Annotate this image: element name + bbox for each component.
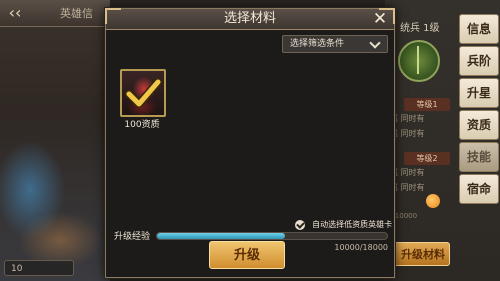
back-arrow-icon[interactable]: ‹‹ bbox=[4, 3, 26, 23]
corner-ornament bbox=[379, 8, 395, 24]
orange-orb-icon bbox=[426, 194, 440, 208]
top-bar: ‹‹ 英雄信 bbox=[0, 0, 110, 27]
tab-star[interactable]: 升星 bbox=[459, 78, 499, 108]
attribute-line: 属 同时有 bbox=[390, 129, 425, 138]
filter-dropdown[interactable]: 选择筛选条件 bbox=[282, 35, 388, 53]
dialog-title: 选择材料 bbox=[223, 11, 276, 26]
filter-label: 选择筛选条件 bbox=[290, 39, 345, 49]
material-card[interactable] bbox=[120, 69, 166, 117]
level-tag: 等级1 bbox=[404, 98, 450, 111]
soldier-level-label: 统兵 1级 bbox=[400, 23, 440, 34]
exp-progress-fill bbox=[157, 233, 285, 239]
auto-select-label: 自动选择低资质英雄卡 bbox=[312, 220, 393, 229]
tab-skill[interactable]: 技能 bbox=[459, 142, 499, 172]
exp-label: 升级经验 bbox=[114, 232, 151, 242]
auto-select-toggle[interactable]: 自动选择低资质英雄卡 bbox=[295, 214, 392, 233]
select-material-dialog: 选择材料 ✕ 选择筛选条件 100资质 自动选择低资质英雄卡 升级经验 1000… bbox=[105, 8, 395, 278]
side-tab-bar: 信息 兵阶 升星 资质 技能 宿命 bbox=[459, 14, 499, 206]
corner-ornament bbox=[105, 8, 121, 24]
upgrade-button[interactable]: 升级 bbox=[209, 241, 285, 269]
exp-value: 10000/18000 bbox=[334, 243, 388, 252]
level-tag: 等级2 bbox=[404, 152, 450, 165]
tab-fate[interactable]: 宿命 bbox=[459, 174, 499, 204]
upgrade-material-button[interactable]: 升级材料 bbox=[388, 242, 450, 266]
dialog-header: 选择材料 ✕ bbox=[106, 9, 394, 30]
radar-gauge bbox=[398, 40, 440, 82]
hero-artwork-background bbox=[0, 0, 110, 281]
exp-progress-bar bbox=[156, 232, 388, 240]
tab-info[interactable]: 信息 bbox=[459, 14, 499, 44]
tab-aptitude[interactable]: 资质 bbox=[459, 110, 499, 140]
tab-rank[interactable]: 兵阶 bbox=[459, 46, 499, 76]
bottom-chip: 10 bbox=[4, 260, 74, 276]
attribute-line: 属 同时有 bbox=[390, 114, 425, 123]
chevron-down-icon bbox=[369, 37, 381, 49]
checkmark-icon bbox=[125, 78, 162, 108]
material-label: 100资质 bbox=[124, 120, 160, 130]
attribute-line: 属 同时有 bbox=[390, 168, 425, 177]
topbar-title: 英雄信 bbox=[60, 7, 93, 20]
attribute-line: 属 同时有 bbox=[390, 183, 425, 192]
check-circle-icon bbox=[295, 219, 305, 230]
